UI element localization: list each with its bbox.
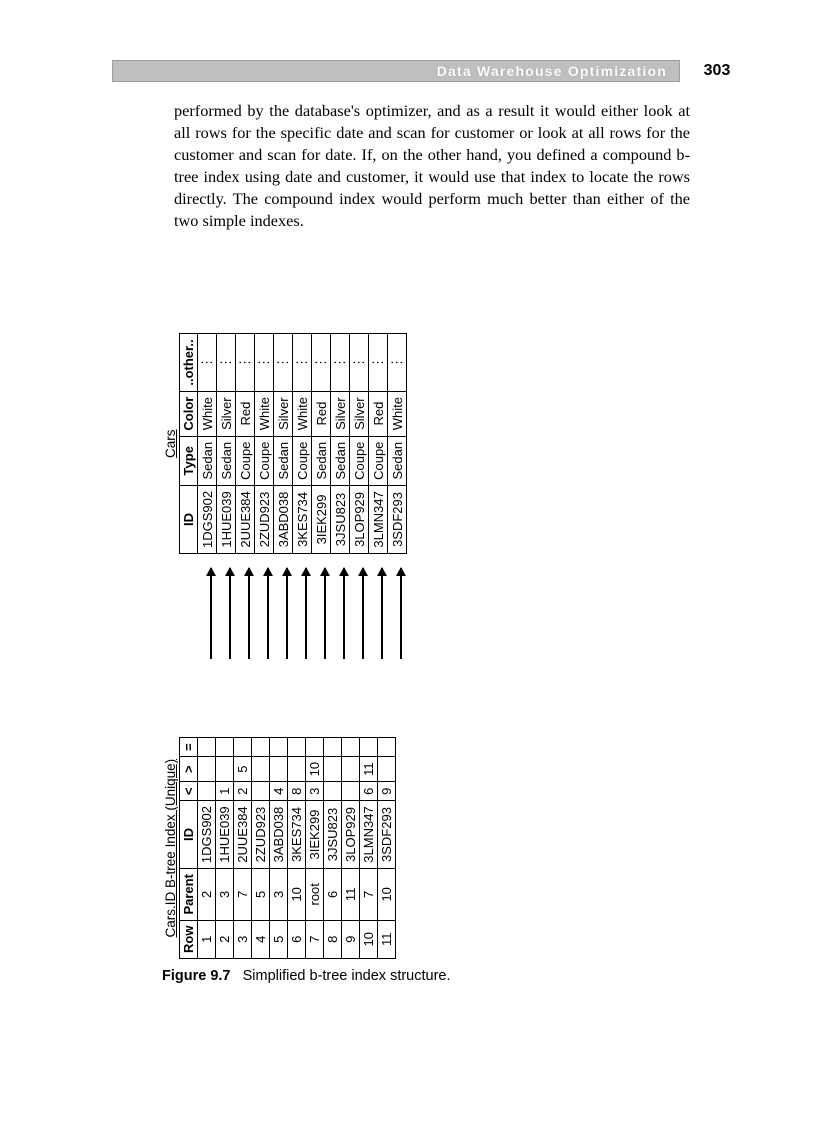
index-col-header: ID bbox=[180, 800, 198, 868]
table-row: 3KES734CoupeWhite⋮ bbox=[293, 334, 312, 554]
page-header: Data Warehouse Optimization 303 bbox=[112, 60, 742, 84]
index-col-header: = bbox=[180, 738, 198, 757]
table-row: 3LOP929CoupeSilver⋮ bbox=[350, 334, 369, 554]
mapping-arrow bbox=[381, 568, 383, 659]
figure-caption-text: Simplified b-tree index structure. bbox=[243, 968, 451, 984]
index-col-header: > bbox=[180, 756, 198, 781]
table-row: 1DGS902SedanWhite⋮ bbox=[198, 334, 217, 554]
table-row: 2ZUD923CoupeWhite⋮ bbox=[255, 334, 274, 554]
index-table: Cars.ID B-tree Index (Unique) RowParentI… bbox=[162, 737, 396, 959]
cars-col-header: ID bbox=[180, 485, 198, 553]
table-row: 1HUE039SedanSilver⋮ bbox=[217, 334, 236, 554]
table-row: 11103SDF2939 bbox=[378, 738, 396, 959]
figure-diagram: Cars.ID B-tree Index (Unique) RowParentI… bbox=[162, 283, 416, 959]
mapping-arrow bbox=[248, 568, 250, 659]
index-col-header: < bbox=[180, 782, 198, 801]
cars-col-header: ..other.. bbox=[180, 334, 198, 391]
figure-label: Figure 9.7 bbox=[162, 968, 231, 984]
table-row: 6103KES7348 bbox=[288, 738, 306, 959]
mapping-arrow bbox=[229, 568, 231, 659]
table-row: 3LMN347CoupeRed⋮ bbox=[369, 334, 388, 554]
table-row: 9113LOP929 bbox=[342, 738, 360, 959]
table-row: 7root3IEK299310 bbox=[306, 738, 324, 959]
table-row: 1073LMN347611 bbox=[360, 738, 378, 959]
figure-caption: Figure 9.7 Simplified b-tree index struc… bbox=[162, 968, 451, 984]
table-row: 863JSU823 bbox=[324, 738, 342, 959]
mapping-arrow bbox=[343, 568, 345, 659]
table-row: 452ZUD923 bbox=[252, 738, 270, 959]
index-table-title: Cars.ID B-tree Index (Unique) bbox=[162, 738, 180, 959]
index-col-header: Parent bbox=[180, 869, 198, 920]
body-paragraph: performed by the database's optimizer, a… bbox=[174, 100, 690, 232]
page-number: 303 bbox=[692, 59, 742, 83]
table-row: 3ABD038SedanSilver⋮ bbox=[274, 334, 293, 554]
page: Data Warehouse Optimization 303 performe… bbox=[0, 0, 816, 1123]
index-col-header: Row bbox=[180, 920, 198, 958]
mapping-arrow bbox=[305, 568, 307, 659]
cars-col-header: Color bbox=[180, 391, 198, 436]
table-row: 3IEK299SedanRed⋮ bbox=[312, 334, 331, 554]
table-row: 121DGS902 bbox=[198, 738, 216, 959]
cars-table: Cars IDTypeColor..other..1DGS902SedanWhi… bbox=[162, 333, 407, 554]
table-row: 3JSU823SedanSilver⋮ bbox=[331, 334, 350, 554]
table-row: 533ABD0384 bbox=[270, 738, 288, 959]
mapping-arrow bbox=[286, 568, 288, 659]
chapter-title: Data Warehouse Optimization bbox=[437, 60, 667, 82]
cars-table-title: Cars bbox=[162, 334, 180, 554]
mapping-arrow bbox=[324, 568, 326, 659]
mapping-arrow bbox=[362, 568, 364, 659]
table-row: 2UUE384CoupeRed⋮ bbox=[236, 334, 255, 554]
table-row: 372UUE38425 bbox=[234, 738, 252, 959]
mapping-arrow bbox=[400, 568, 402, 659]
table-row: 3SDF293SedanWhite⋮ bbox=[388, 334, 407, 554]
mapping-arrow bbox=[210, 568, 212, 659]
mapping-arrow bbox=[267, 568, 269, 659]
table-row: 231HUE0391 bbox=[216, 738, 234, 959]
cars-col-header: Type bbox=[180, 436, 198, 485]
